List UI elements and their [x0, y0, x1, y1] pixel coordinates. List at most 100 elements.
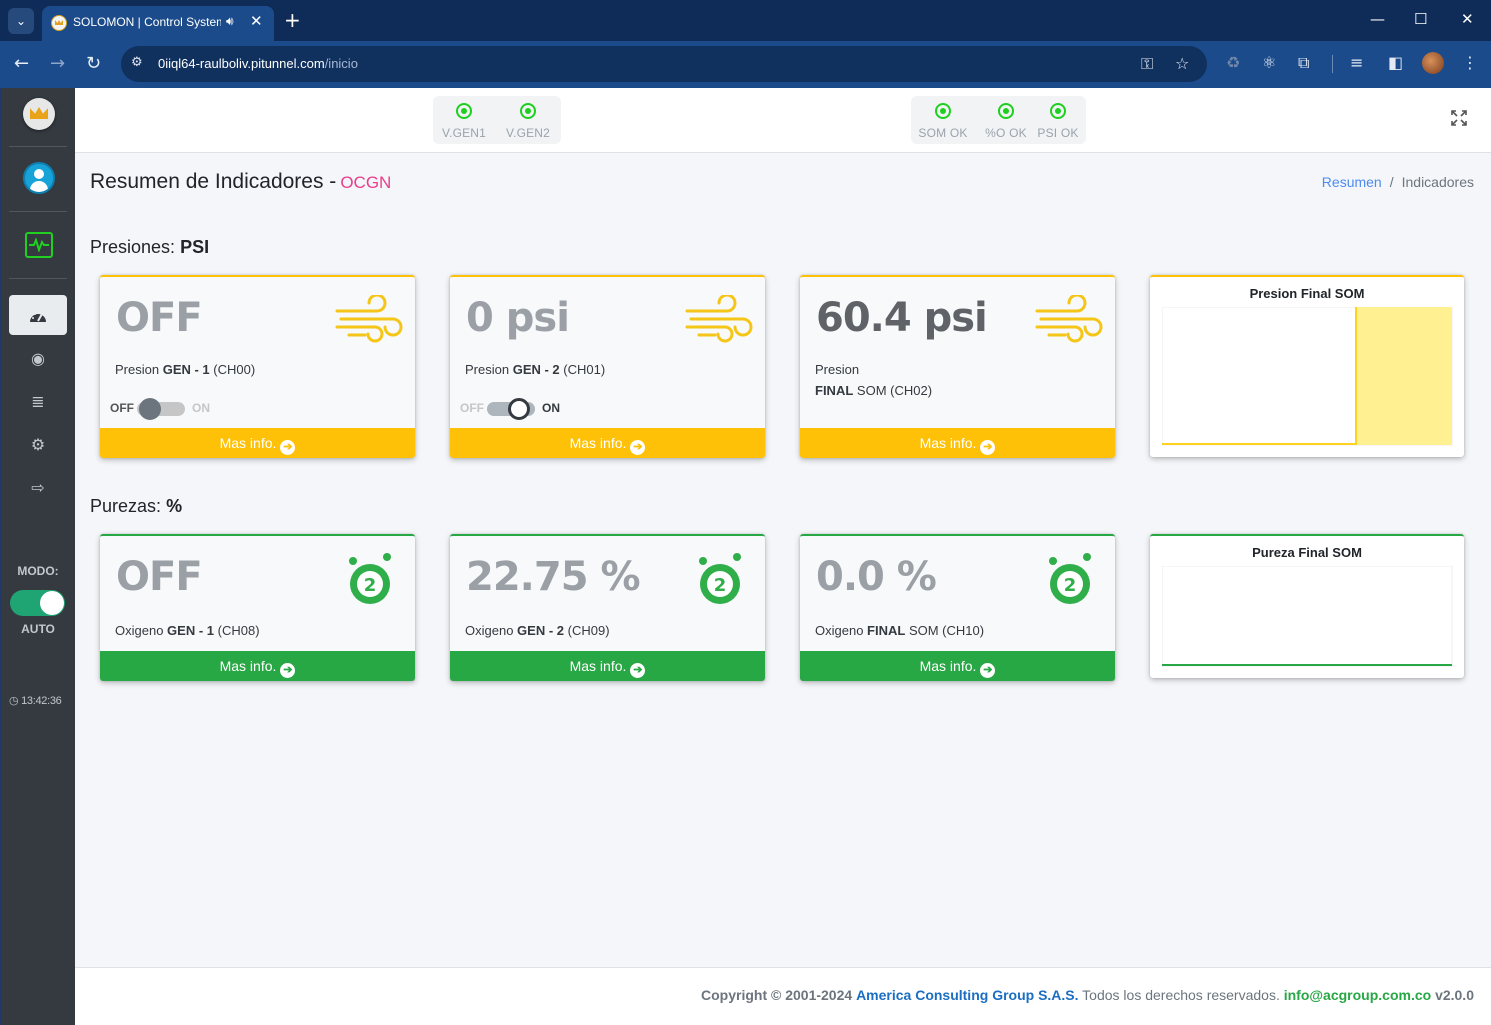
pressure-chart: [1162, 307, 1453, 446]
react-extension-icon[interactable]: ⚛: [1262, 54, 1276, 72]
clock: ◷ 13:42:36: [9, 694, 62, 707]
back-arrow-icon[interactable]: ←: [14, 53, 29, 75]
pressure-card-gen1: OFF Presion GEN - 1 (CH00) OFF ON Mas in…: [100, 275, 415, 458]
toolbar-divider: [1332, 55, 1333, 73]
url-text: 0iiql64-raulboliv.pitunnel.com/inicio: [158, 56, 358, 71]
gear-icon: ⚙︎: [30, 435, 46, 454]
recycle-extension-icon[interactable]: ♻: [1226, 54, 1240, 72]
purity-chart: [1162, 566, 1453, 667]
minimize-icon[interactable]: —: [1370, 10, 1385, 28]
card-label: Oxigeno GEN - 1 (CH08): [115, 623, 260, 638]
speedometer-icon: [30, 311, 46, 322]
sidebar-divider: [9, 211, 67, 212]
mas-info-link[interactable]: Mas info. ➔: [100, 651, 415, 681]
oxygen-o2-icon: 2: [349, 553, 391, 604]
logout-icon: ⇨: [31, 478, 45, 497]
page-title: Resumen de Indicadores - OCGN: [90, 170, 392, 193]
oxygen-o2-icon: 2: [699, 553, 741, 604]
status-dot-icon: [456, 103, 472, 119]
page-subtitle: OCGN: [340, 173, 392, 192]
oxygen-icon: ◉: [31, 349, 45, 368]
mas-info-link[interactable]: Mas info. ➔: [800, 651, 1115, 681]
card-value: 0 psi: [466, 295, 570, 341]
chart-title: Presion Final SOM: [1249, 286, 1365, 301]
new-tab-plus-icon[interactable]: +: [284, 8, 301, 32]
mode-label: MODO:: [17, 564, 59, 578]
pressure-card-gen2: 0 psi Presion GEN - 2 (CH01) OFF ON Mas …: [450, 275, 765, 458]
activity-monitor-icon[interactable]: [25, 232, 53, 258]
sidebar-item-oxygen[interactable]: ◉: [9, 339, 67, 379]
site-settings-icon[interactable]: ⚙︎: [131, 55, 143, 70]
sidebar-item-logout[interactable]: ⇨: [9, 468, 67, 508]
speaker-icon[interactable]: 🔊︎: [226, 14, 234, 29]
sidebar-item-dashboard[interactable]: [9, 295, 67, 335]
side-panel-icon[interactable]: ◧: [1388, 54, 1403, 72]
toggle-knob[interactable]: [139, 398, 161, 420]
mode-toggle-switch[interactable]: [10, 590, 65, 616]
email-link[interactable]: info@acgroup.com.co: [1284, 987, 1431, 1003]
list-icon: ≣: [31, 392, 45, 411]
svg-text:2: 2: [714, 575, 727, 596]
card-label: Oxigeno FINAL SOM (CH10): [815, 623, 985, 638]
mas-info-link[interactable]: Mas info. ➔: [800, 428, 1115, 458]
arrow-right-circle-icon: ➔: [280, 663, 296, 678]
breadcrumb-link-resumen[interactable]: Resumen: [1322, 174, 1382, 190]
pressure-chart-card: Presion Final SOM: [1150, 275, 1464, 457]
arrow-right-circle-icon: ➔: [630, 663, 646, 678]
reload-icon[interactable]: ↻: [86, 53, 101, 75]
mas-info-link[interactable]: Mas info. ➔: [450, 428, 765, 458]
user-avatar-icon[interactable]: [23, 162, 55, 194]
clock-icon: ◷: [9, 695, 19, 707]
crown-logo-icon[interactable]: [23, 98, 55, 130]
arrow-right-circle-icon: ➔: [980, 663, 996, 678]
wind-icon: [685, 295, 753, 343]
tab-search-chevron-icon[interactable]: ⌄: [8, 8, 34, 34]
app-sidebar: ◉ ≣ ⚙︎ ⇨ MODO: AUTO ◷ 13:42:36: [1, 88, 75, 1025]
chart-area-fill: [1356, 307, 1452, 445]
svg-text:2: 2: [364, 575, 377, 596]
sidebar-divider: [9, 278, 67, 279]
card-label: Presion GEN - 1 (CH00): [115, 362, 256, 377]
card-value: OFF: [116, 295, 203, 341]
generator-indicators: V.GEN1 V.GEN2: [433, 96, 561, 144]
address-bar[interactable]: ⚙︎ 0iiql64-raulboliv.pitunnel.com/inicio…: [121, 46, 1207, 82]
card-value: 60.4 psi: [816, 295, 988, 341]
browser-tab[interactable]: SOLOMON | Control System 🔊︎ ✕: [42, 6, 274, 41]
pressure-card-final: 60.4 psi Presion FINAL SOM (CH02) Mas inf…: [800, 275, 1115, 458]
clock-time: 13:42:36: [21, 695, 62, 707]
sidebar-item-settings[interactable]: ⚙︎: [9, 425, 67, 465]
page-footer: Copyright © 2001-2024 America Consulting…: [75, 967, 1491, 1025]
system-indicators: SOM OK %O OK PSI OK: [911, 96, 1086, 144]
browser-tab-bar: ⌄ SOLOMON | Control System 🔊︎ ✕ + — ☐ ✕: [0, 0, 1491, 41]
footer-text: Copyright © 2001-2024 America Consulting…: [701, 987, 1474, 1003]
arrow-right-circle-icon: ➔: [280, 440, 296, 455]
mas-info-link[interactable]: Mas info. ➔: [450, 651, 765, 681]
window-close-icon[interactable]: ✕: [1461, 10, 1474, 28]
purity-chart-card: Pureza Final SOM: [1150, 534, 1464, 678]
tab-close-icon[interactable]: ✕: [250, 12, 263, 30]
profile-avatar[interactable]: [1422, 52, 1444, 74]
toggle-knob[interactable]: [508, 398, 530, 420]
sidebar-divider: [9, 146, 67, 147]
key-icon[interactable]: ⚿: [1141, 54, 1153, 74]
status-dot-icon: [1050, 103, 1066, 119]
forward-arrow-icon[interactable]: →: [50, 53, 65, 75]
mas-info-link[interactable]: Mas info. ➔: [100, 428, 415, 458]
maximize-icon[interactable]: ☐: [1414, 10, 1427, 28]
browser-menu-icon[interactable]: ⋮: [1462, 54, 1478, 72]
chart-plot-area: [1162, 566, 1453, 667]
sidebar-item-list[interactable]: ≣: [9, 382, 67, 422]
company-link[interactable]: America Consulting Group S.A.S.: [856, 987, 1078, 1003]
crown-favicon-icon: [51, 15, 67, 31]
svg-text:2: 2: [1064, 575, 1077, 596]
bookmark-star-icon[interactable]: ☆: [1175, 54, 1189, 73]
media-control-icon[interactable]: ≡: [1350, 54, 1363, 72]
breadcrumb-current: Indicadores: [1401, 174, 1474, 190]
arrow-right-circle-icon: ➔: [630, 440, 646, 455]
tab-title: SOLOMON | Control System: [73, 15, 221, 29]
mode-value: AUTO: [21, 622, 55, 636]
card-value: OFF: [116, 554, 203, 600]
extensions-puzzle-icon[interactable]: ⧉: [1298, 54, 1309, 72]
fullscreen-expand-icon[interactable]: [1451, 110, 1467, 126]
wind-icon: [335, 295, 403, 343]
